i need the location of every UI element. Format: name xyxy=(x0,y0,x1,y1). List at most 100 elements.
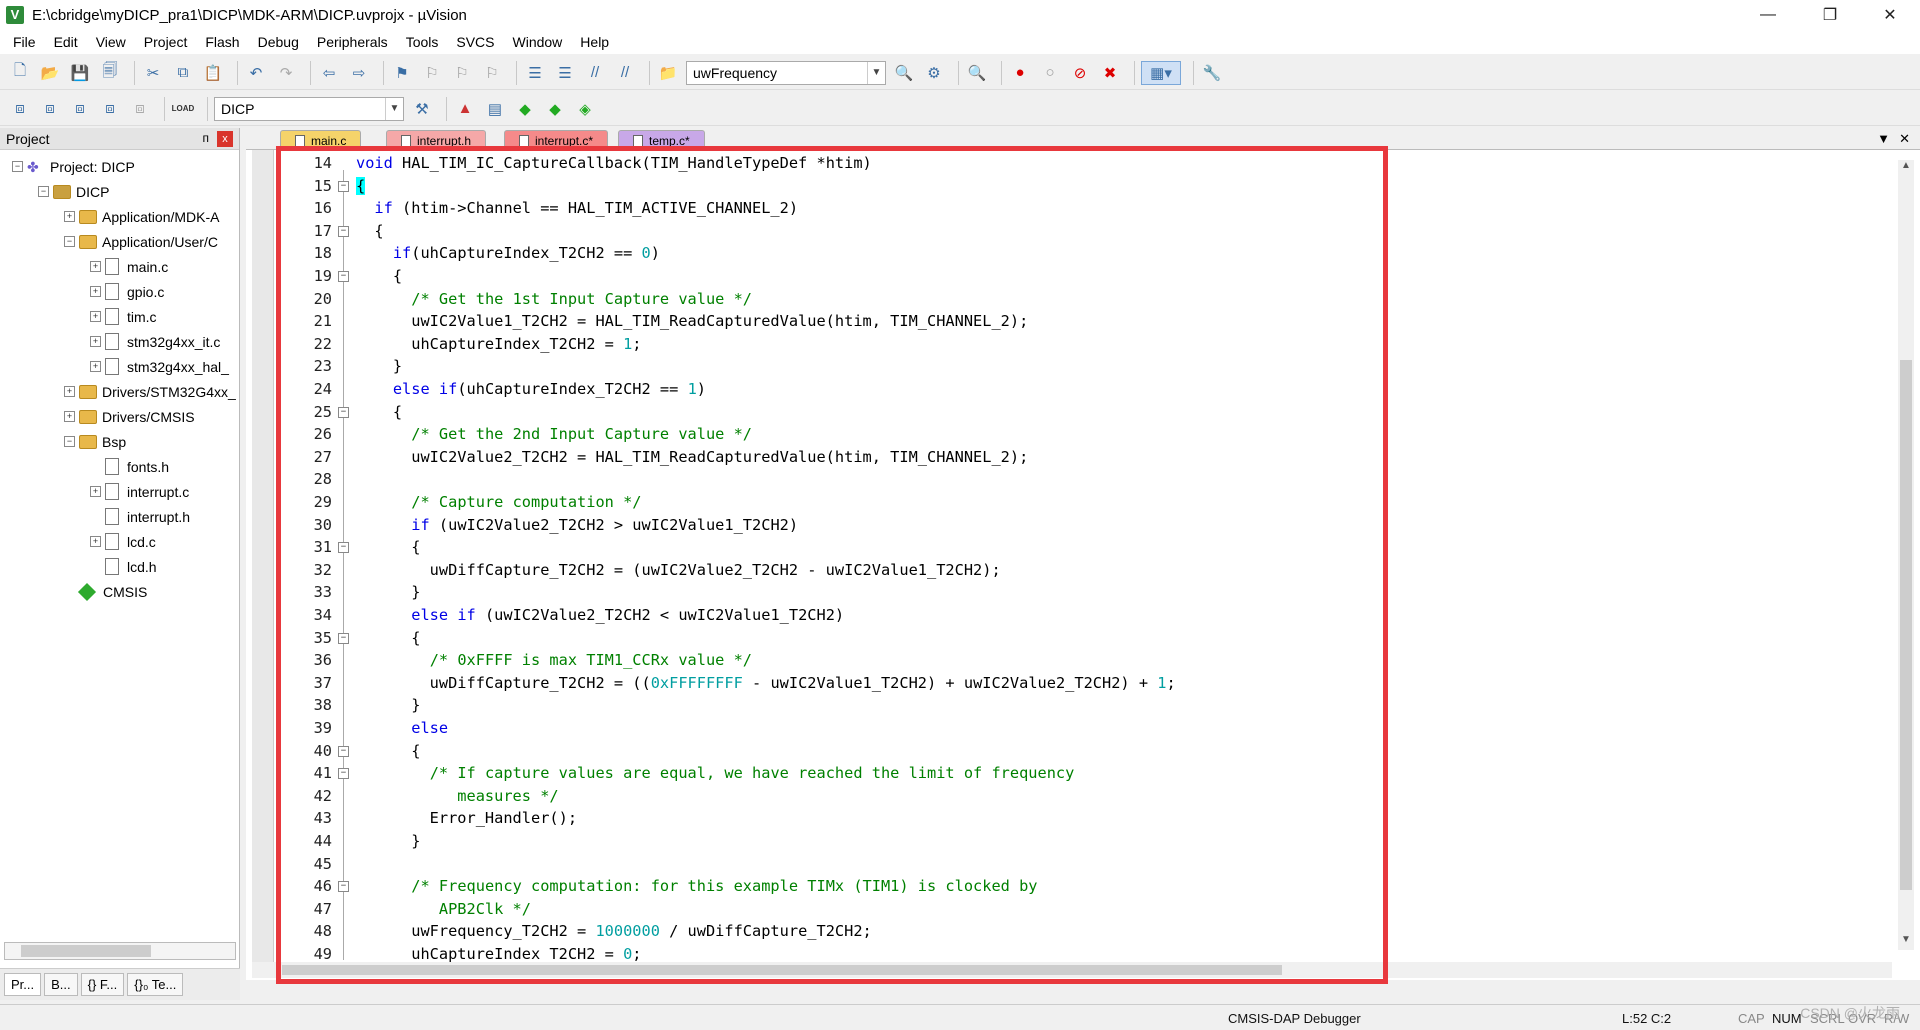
tree-item[interactable]: + Drivers/CMSIS xyxy=(0,404,239,429)
close-icon[interactable]: x xyxy=(217,131,233,147)
find-in-files-icon[interactable]: 📁 xyxy=(656,61,680,85)
target-select[interactable]: DICP ▼ xyxy=(214,96,404,121)
debug-start-icon[interactable]: 🔍 xyxy=(965,61,989,85)
new-file-icon[interactable]: 🗋 xyxy=(8,61,32,85)
tree-item[interactable]: − ✤ Project: DICP xyxy=(0,154,239,179)
maximize-button[interactable]: ❐ xyxy=(1802,0,1858,30)
fold-toggle-icon[interactable]: − xyxy=(338,881,349,893)
build-icon[interactable]: ⧈ xyxy=(38,97,62,121)
find-combo[interactable]: uwFrequency ▼ xyxy=(686,60,886,85)
comment-icon[interactable]: // xyxy=(583,61,607,85)
scroll-up-icon[interactable]: ▲ xyxy=(1898,160,1914,176)
tab-books[interactable]: B... xyxy=(44,973,78,996)
tree-item[interactable]: + Application/MDK-A xyxy=(0,204,239,229)
code-line[interactable]: 29 /* Capture computation */ xyxy=(246,491,1886,513)
code-line[interactable]: 16 if (htim->Channel == HAL_TIM_ACTIVE_C… xyxy=(246,197,1886,219)
code-line[interactable]: 44 } xyxy=(246,830,1886,852)
bookmark-prev-icon[interactable]: ⚐ xyxy=(420,61,444,85)
code-line[interactable]: 35− { xyxy=(246,627,1886,649)
code-line[interactable]: 43 Error_Handler(); xyxy=(246,807,1886,829)
minimize-button[interactable]: — xyxy=(1740,0,1796,30)
save-all-icon[interactable]: 🗐 xyxy=(98,61,122,85)
project-panel-scrollbar[interactable] xyxy=(4,942,236,960)
configure-icon[interactable]: 🔧 xyxy=(1200,61,1224,85)
expand-icon[interactable]: + xyxy=(64,386,75,397)
menu-view[interactable]: View xyxy=(87,34,135,50)
code-line[interactable]: 19− { xyxy=(246,265,1886,287)
code-line[interactable]: 33 } xyxy=(246,581,1886,603)
collapse-icon[interactable]: − xyxy=(64,436,75,447)
tree-item[interactable]: + stm32g4xx_hal_ xyxy=(0,354,239,379)
code-line[interactable]: 37 uwDiffCapture_T2CH2 = ((0xFFFFFFFF - … xyxy=(246,672,1886,694)
select-software-packs-icon[interactable]: ◆ xyxy=(543,97,567,121)
code-line[interactable]: 36 /* 0xFFFF is max TIM1_CCRx value */ xyxy=(246,649,1886,671)
manage-components-icon[interactable]: ▲ xyxy=(453,97,477,121)
menu-flash[interactable]: Flash xyxy=(196,34,248,50)
menu-file[interactable]: File xyxy=(4,34,45,50)
collapse-icon[interactable]: − xyxy=(64,236,75,247)
code-line[interactable]: 14 void HAL_TIM_IC_CaptureCallback(TIM_Ha… xyxy=(246,152,1886,174)
tree-item[interactable]: + gpio.c xyxy=(0,279,239,304)
code-line[interactable]: 21 uwIC2Value1_T2CH2 = HAL_TIM_ReadCaptu… xyxy=(246,310,1886,332)
chevron-down-icon[interactable]: ▼ xyxy=(867,61,885,84)
expand-icon[interactable]: + xyxy=(90,486,101,497)
fold-toggle-icon[interactable]: − xyxy=(338,225,349,237)
expand-icon[interactable]: + xyxy=(64,211,75,222)
code-line[interactable]: 15−{ xyxy=(246,175,1886,197)
chevron-down-icon[interactable]: ▼ xyxy=(385,97,403,120)
breakpoint-icon[interactable]: ● xyxy=(1008,61,1032,85)
menu-project[interactable]: Project xyxy=(135,34,197,50)
tree-item[interactable]: fonts.h xyxy=(0,454,239,479)
fold-toggle-icon[interactable]: − xyxy=(338,271,349,282)
pin-icon[interactable]: ᴨ xyxy=(203,131,210,145)
scrollbar-thumb[interactable] xyxy=(282,965,1282,975)
tab-project[interactable]: Pr... xyxy=(4,973,42,996)
tree-item[interactable]: + interrupt.c xyxy=(0,479,239,504)
menu-debug[interactable]: Debug xyxy=(249,34,308,50)
vertical-scrollbar[interactable]: ▲ ▼ xyxy=(1898,160,1914,950)
tree-item[interactable]: + Drivers/STM32G4xx_ xyxy=(0,379,239,404)
close-icon[interactable]: ✕ xyxy=(1899,131,1910,147)
code-line[interactable]: 48 uwFrequency_T2CH2 = 1000000 / uwDiffC… xyxy=(246,920,1886,942)
bookmark-icon[interactable]: ⚑ xyxy=(390,61,414,85)
expand-icon[interactable]: + xyxy=(90,311,101,322)
translate-icon[interactable]: ⧈ xyxy=(8,97,32,121)
fold-toggle-icon[interactable]: − xyxy=(338,768,349,780)
breakpoint-disable-all-icon[interactable]: ⊘ xyxy=(1068,61,1092,85)
fold-toggle-icon[interactable]: − xyxy=(338,632,349,644)
indent-icon[interactable]: ☰ xyxy=(523,61,547,85)
tree-item[interactable]: lcd.h xyxy=(0,554,239,579)
scroll-down-icon[interactable]: ▼ xyxy=(1898,934,1914,950)
replace-icon[interactable]: ⚙ xyxy=(922,61,946,85)
menu-edit[interactable]: Edit xyxy=(45,34,87,50)
expand-icon[interactable]: + xyxy=(90,361,101,372)
code-line[interactable]: 31− { xyxy=(246,536,1886,558)
code-line[interactable]: 45 xyxy=(246,853,1886,875)
code-editor[interactable]: 14 void HAL_TIM_IC_CaptureCallback(TIM_Ha… xyxy=(246,150,1920,980)
tree-item[interactable]: + lcd.c xyxy=(0,529,239,554)
tab-templates[interactable]: {}₀ Te... xyxy=(127,973,184,996)
expand-icon[interactable]: + xyxy=(90,261,101,272)
stop-build-icon[interactable]: ⧈ xyxy=(128,97,152,121)
expand-icon[interactable]: + xyxy=(64,411,75,422)
code-line[interactable]: 32 uwDiffCapture_T2CH2 = (uwIC2Value2_T2… xyxy=(246,559,1886,581)
code-line[interactable]: 34 else if (uwIC2Value2_T2CH2 < uwIC2Val… xyxy=(246,604,1886,626)
run-time-environment-icon[interactable]: ◈ xyxy=(573,97,597,121)
code-line[interactable]: 47 APB2Clk */ xyxy=(246,898,1886,920)
code-line[interactable]: 28 xyxy=(246,468,1886,490)
undo-icon[interactable]: ↶ xyxy=(244,61,268,85)
tree-item[interactable]: + stm32g4xx_it.c xyxy=(0,329,239,354)
copy-icon[interactable]: ⧉ xyxy=(171,61,195,85)
save-icon[interactable]: 💾 xyxy=(68,61,92,85)
collapse-icon[interactable]: − xyxy=(12,161,23,172)
code-line[interactable]: 25− { xyxy=(246,401,1886,423)
tree-item[interactable]: − Application/User/C xyxy=(0,229,239,254)
nav-forward-icon[interactable]: ⇨ xyxy=(347,61,371,85)
fold-toggle-icon[interactable]: − xyxy=(338,406,349,418)
close-button[interactable]: ✕ xyxy=(1862,0,1918,30)
fold-toggle-icon[interactable]: − xyxy=(338,745,349,757)
rebuild-icon[interactable]: ⧈ xyxy=(68,97,92,121)
expand-icon[interactable]: + xyxy=(90,336,101,347)
code-line[interactable]: 41− /* If capture values are equal, we h… xyxy=(246,762,1886,784)
code-line[interactable]: 30 if (uwIC2Value2_T2CH2 > uwIC2Value1_T… xyxy=(246,514,1886,536)
